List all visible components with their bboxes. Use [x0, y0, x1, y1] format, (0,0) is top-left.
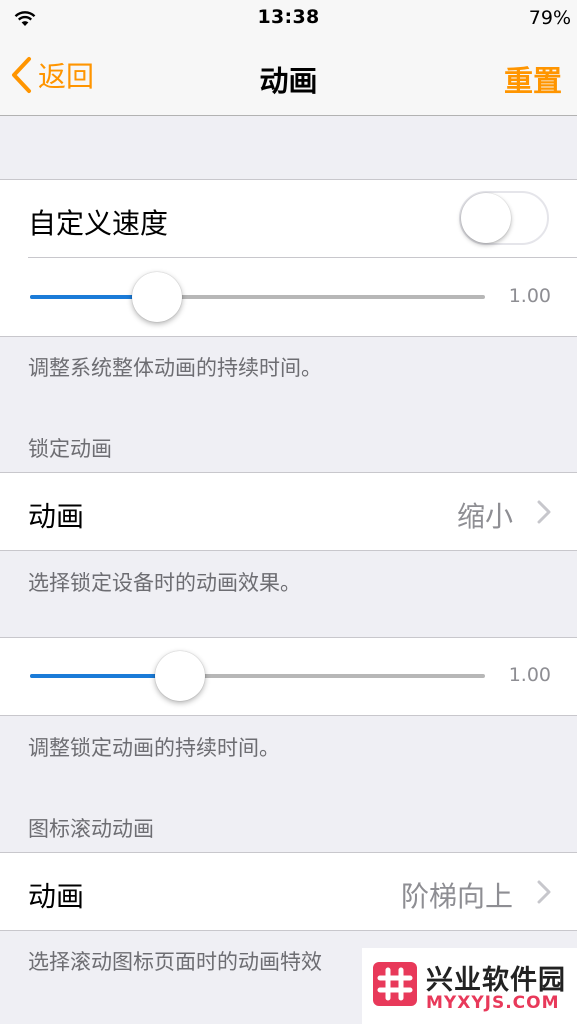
- lock-animation-group: 动画 缩小: [0, 472, 577, 551]
- lock-animation-row[interactable]: 动画 缩小: [0, 473, 577, 550]
- icon-scroll-row[interactable]: 动画 阶梯向上: [0, 853, 577, 930]
- back-chevron-icon: [12, 57, 31, 93]
- lock-animation-row-value: 缩小: [456, 500, 513, 533]
- chevron-right-icon: [537, 880, 551, 904]
- lock-animation-footer: 选择锁定设备时的动画效果。: [28, 571, 301, 595]
- reset-button[interactable]: 重置: [504, 58, 562, 100]
- custom-speed-label: 自定义速度: [28, 207, 169, 240]
- chevron-right-icon: [537, 500, 551, 524]
- icon-scroll-header: 图标滚动动画: [28, 817, 154, 841]
- toggle-knob: [461, 193, 511, 243]
- icon-scroll-row-value: 阶梯向上: [400, 880, 513, 913]
- watermark-subtitle: MYXYJS.COM: [426, 993, 560, 1013]
- slider-value: 1.00: [508, 664, 551, 686]
- custom-speed-footer: 调整系统整体动画的持续时间。: [28, 356, 322, 380]
- status-bar: 13:38 79%: [0, 0, 577, 38]
- lock-animation-duration-slider[interactable]: [30, 648, 485, 704]
- navigation-bar: 返回 动画 重置: [0, 38, 577, 116]
- slider-thumb[interactable]: [132, 272, 183, 322]
- slider-thumb[interactable]: [155, 651, 206, 701]
- custom-speed-group: 自定义速度 1.00: [0, 179, 577, 337]
- system-animation-duration-slider[interactable]: [30, 269, 485, 325]
- custom-speed-toggle[interactable]: [459, 191, 549, 245]
- back-button[interactable]: 返回: [10, 55, 94, 95]
- icon-scroll-group: 动画 阶梯向上: [0, 852, 577, 931]
- watermark: 兴业软件园 MYXYJS.COM: [362, 948, 577, 1024]
- watermark-logo-icon: [373, 962, 417, 1006]
- icon-scroll-footer: 选择滚动图标页面时的动画特效: [28, 950, 322, 974]
- lock-duration-group: 1.00: [0, 637, 577, 716]
- icon-scroll-row-label: 动画: [28, 880, 85, 913]
- divider: [28, 257, 577, 258]
- lock-animation-header: 锁定动画: [28, 437, 112, 461]
- watermark-title: 兴业软件园: [426, 965, 566, 996]
- slider-value: 1.00: [508, 285, 551, 307]
- status-time: 13:38: [257, 6, 320, 28]
- lock-duration-footer: 调整锁定动画的持续时间。: [28, 736, 280, 760]
- lock-animation-row-label: 动画: [28, 500, 85, 533]
- battery-percentage: 79%: [528, 7, 571, 29]
- back-button-label: 返回: [38, 60, 95, 93]
